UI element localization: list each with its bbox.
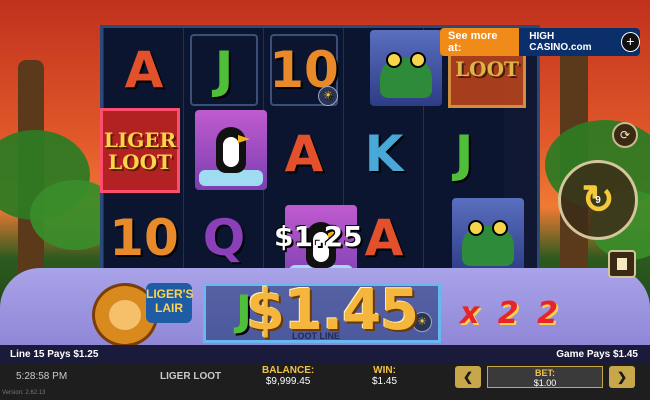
balance-stat: BALANCE: $9,999.45 (262, 365, 314, 387)
promo-banner[interactable]: See more at: HIGH CASINO.com + (440, 28, 641, 56)
balance-label: BALANCE: (262, 365, 315, 376)
bet-control: ❮ BET: $1.00 ❯ (455, 366, 635, 388)
liger-loot-scatter: LIGER LOOT (100, 108, 180, 193)
symbol-j-right: J (454, 125, 474, 183)
symbol-j: J (186, 30, 262, 110)
win-value: $1.45 (372, 376, 398, 387)
spin-button[interactable]: ↻ 9 (558, 160, 638, 240)
symbol-k: K (364, 125, 404, 183)
plus-icon[interactable]: + (620, 32, 641, 52)
bet-value: $1.00 (533, 378, 557, 388)
message-bar: Line 15 Pays $1.25 Game Pays $1.45 (0, 345, 650, 363)
autoplay-icon[interactable]: ⟳ (612, 122, 638, 148)
casino-brand: HIGH CASINO.com (529, 31, 592, 53)
scatter-line2: LOOT (108, 149, 172, 174)
symbol-j-label: J (214, 41, 234, 99)
bet-display: BET: $1.00 (487, 366, 603, 388)
balance-value: $9,999.45 (265, 376, 311, 387)
scatter-line1: LIGER (103, 127, 177, 152)
game-scene: A 10 J Q 10 ☀ A K A J LIGER LOOT LOOT J … (0, 0, 650, 345)
multiplier-display: x 2 2 (460, 296, 562, 331)
win-stat: WIN: $1.45 (372, 365, 397, 387)
stop-icon (617, 258, 627, 270)
croc-symbol-icon (452, 198, 524, 274)
bet-increase-button[interactable]: ❯ (609, 366, 635, 388)
ligers-lair-logo: LIGER'S LAIR (146, 283, 194, 323)
total-win-display: $1.45 (246, 278, 419, 343)
bet-decrease-button[interactable]: ❮ (455, 366, 481, 388)
symbol-10: 10 (109, 209, 179, 267)
symbol-10-top: 10 ☀ (266, 30, 342, 110)
game-pays-message: Game Pays $1.45 (556, 349, 638, 360)
game-title: LIGER LOOT (160, 371, 222, 382)
lion-badge-icon: ☀ (318, 86, 338, 106)
scatter-line2-top: LOOT (455, 57, 519, 81)
footer-bar: 5:28:58 PM LIGER LOOT BALANCE: $9,999.45… (0, 363, 650, 400)
line-win-amount: $1.25 (274, 220, 363, 253)
line-pays-message: Line 15 Pays $1.25 (10, 349, 99, 360)
version-text: Version: 2.62.13 (2, 390, 46, 396)
symbol-a: A (124, 41, 164, 99)
clock: 5:28:58 PM (16, 371, 68, 382)
spin-count: 9 (595, 194, 601, 206)
see-more-label[interactable]: See more at: (440, 28, 520, 56)
symbol-a-mid: A (284, 125, 324, 183)
croc-symbol-icon (370, 30, 442, 106)
win-label: WIN: (373, 365, 396, 376)
stop-button[interactable] (608, 250, 636, 278)
bet-label: BET: (535, 368, 555, 378)
symbol-q: Q (202, 209, 246, 267)
penguin-symbol-icon (195, 110, 267, 190)
